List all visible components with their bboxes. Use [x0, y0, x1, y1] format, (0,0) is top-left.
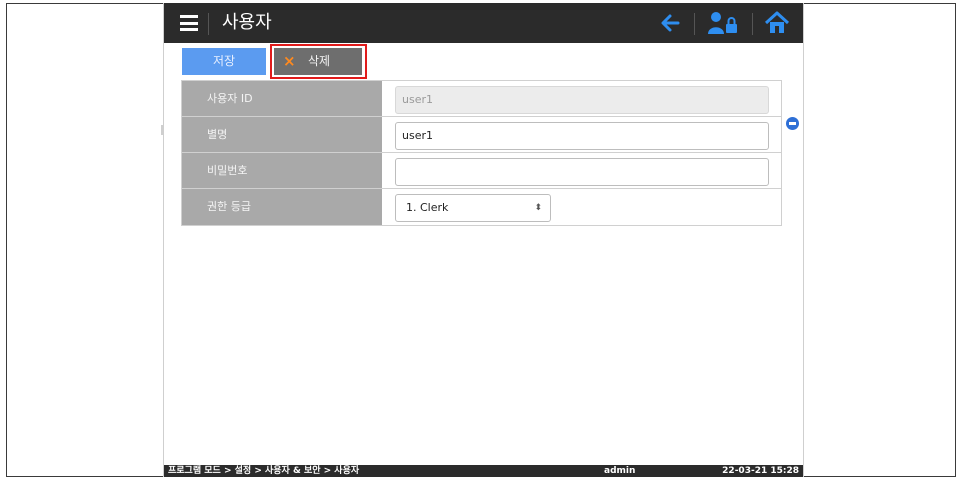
delete-highlight-box: [270, 44, 367, 79]
collapse-toggle-icon[interactable]: [786, 117, 799, 130]
user-form: 사용자 ID user1 별명 user1 비밀번호 권한 등급 1. Cler…: [181, 80, 782, 226]
page-title: 사용자: [222, 12, 272, 33]
password-input[interactable]: [395, 158, 769, 186]
home-icon[interactable]: [764, 11, 790, 35]
select-arrow-icon: ⬍: [534, 203, 542, 213]
form-row-password: 비밀번호: [182, 153, 781, 189]
breadcrumb: 프로그램 모드 > 설정 > 사용자 & 보안 > 사용자: [168, 466, 360, 476]
app-window: 사용자 저장 × 삭제 사용자 ID user1 별명 user1 비밀번호 권…: [163, 3, 804, 477]
password-field-cell: [382, 153, 781, 188]
user-id-label: 사용자 ID: [182, 81, 382, 116]
header-separator: [208, 13, 209, 35]
arrow-left-icon[interactable]: [658, 11, 682, 35]
status-user: admin: [604, 466, 636, 476]
header-separator: [752, 13, 753, 35]
header-separator: [694, 13, 695, 35]
permission-level-value: 1. Clerk: [406, 201, 449, 214]
header-bar: 사용자: [164, 3, 803, 43]
user-lock-icon[interactable]: [707, 10, 739, 36]
form-row-user-id: 사용자 ID user1: [182, 81, 781, 117]
form-row-permission-level: 권한 등급 1. Clerk ⬍: [182, 189, 781, 225]
nickname-input[interactable]: user1: [395, 122, 769, 150]
status-datetime: 22-03-21 15:28: [722, 466, 799, 476]
nickname-field-cell: user1: [382, 117, 781, 152]
form-row-nickname: 별명 user1: [182, 117, 781, 153]
user-id-input: user1: [395, 86, 769, 114]
permission-level-select[interactable]: 1. Clerk ⬍: [395, 194, 551, 222]
permission-level-field-cell: 1. Clerk ⬍: [382, 189, 781, 225]
password-label: 비밀번호: [182, 153, 382, 188]
status-bar: 프로그램 모드 > 설정 > 사용자 & 보안 > 사용자 admin 22-0…: [164, 465, 803, 477]
permission-level-label: 권한 등급: [182, 189, 382, 225]
user-id-field-cell: user1: [382, 81, 781, 116]
hamburger-menu-icon[interactable]: [180, 15, 198, 31]
save-button[interactable]: 저장: [182, 48, 266, 75]
nickname-label: 별명: [182, 117, 382, 152]
